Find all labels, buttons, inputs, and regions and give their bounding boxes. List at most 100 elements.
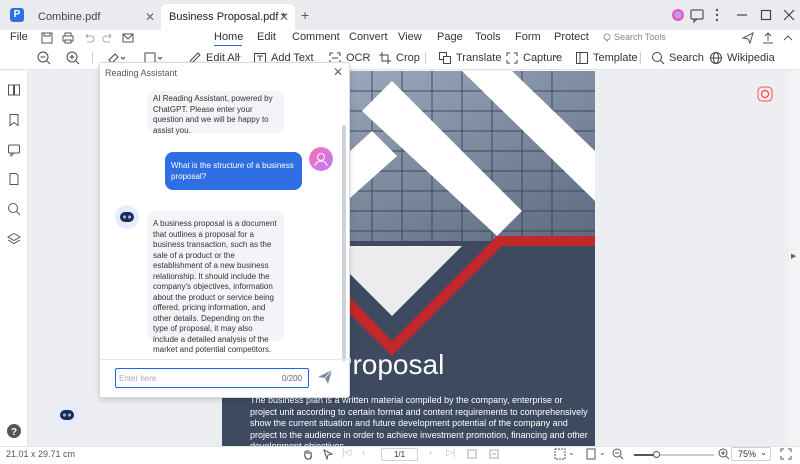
- translate-label: Translate: [456, 52, 502, 64]
- menu-home[interactable]: Home: [214, 31, 243, 43]
- char-counter: 0/200: [281, 374, 302, 383]
- search-icon: [652, 52, 665, 65]
- tab-combine[interactable]: Combine.pdf ✕: [30, 4, 161, 30]
- select-tool-icon[interactable]: [322, 448, 334, 460]
- tab-business-proposal[interactable]: Business Proposal.pdf * ✕: [161, 4, 295, 30]
- close-window-icon[interactable]: [780, 6, 798, 24]
- zoom-out-small-icon[interactable]: [612, 448, 624, 460]
- minimize-icon[interactable]: [733, 6, 751, 24]
- fit-page-icon[interactable]: [466, 448, 478, 460]
- print-icon[interactable]: [61, 31, 75, 45]
- app-logo-icon: P: [10, 8, 24, 22]
- hand-tool-icon[interactable]: [302, 448, 314, 460]
- new-tab-button[interactable]: +: [301, 7, 309, 23]
- attachment-icon[interactable]: [7, 172, 21, 186]
- template-label: Template: [593, 52, 638, 64]
- help-icon[interactable]: ?: [6, 423, 22, 439]
- next-page-icon[interactable]: ›: [429, 447, 432, 457]
- send-icon[interactable]: [741, 31, 755, 45]
- page-indicator: 1/1: [393, 450, 406, 459]
- chevron-down-icon: ⌄: [760, 448, 767, 457]
- user-message: What is the structure of a business prop…: [165, 152, 302, 190]
- intro-text: AI Reading Assistant, powered by ChatGPT…: [153, 94, 273, 135]
- feedback-icon[interactable]: [688, 6, 706, 24]
- chevron-down-icon[interactable]: ⌄: [235, 50, 243, 61]
- menu-form[interactable]: Form: [515, 31, 541, 43]
- prev-page-icon[interactable]: ‹: [362, 447, 365, 457]
- collapse-ribbon-icon[interactable]: [781, 31, 795, 45]
- zoom-slider-track[interactable]: [634, 451, 714, 458]
- menu-tools[interactable]: Tools: [475, 31, 501, 43]
- zoom-in-icon[interactable]: [65, 50, 81, 66]
- tab-label: Business Proposal.pdf *: [169, 11, 286, 23]
- zoom-in-small-icon[interactable]: [718, 448, 730, 460]
- rotate-icon[interactable]: [488, 448, 500, 460]
- menu-view[interactable]: View: [398, 31, 422, 43]
- undo-icon[interactable]: [82, 31, 96, 45]
- zoom-out-icon[interactable]: [36, 50, 52, 66]
- mail-icon[interactable]: [121, 31, 135, 45]
- chat-input-field[interactable]: Enter here 0/200: [115, 368, 309, 388]
- zoom-slider-thumb[interactable]: [653, 451, 660, 458]
- toolbar-divider: [92, 52, 93, 64]
- user-question-text: What is the structure of a business prop…: [171, 161, 294, 181]
- close-tab-icon[interactable]: ✕: [279, 4, 289, 30]
- more-icon[interactable]: [708, 6, 726, 24]
- wikipedia-label: Wikipedia: [727, 52, 775, 64]
- zoom-value: 75%: [738, 449, 757, 459]
- reading-assistant-panel: Reading Assistant ✕ AI Reading Assistant…: [99, 62, 350, 398]
- input-divider: [100, 359, 349, 360]
- fit-width-icon[interactable]: [554, 448, 568, 460]
- left-sidebar: ?: [0, 71, 28, 446]
- menu-protect[interactable]: Protect: [554, 31, 589, 43]
- chat-scrollbar[interactable]: [342, 125, 346, 361]
- menu-comment[interactable]: Comment: [292, 31, 340, 43]
- first-page-icon[interactable]: |◁: [342, 447, 351, 458]
- template-icon: [576, 52, 588, 64]
- assistant-intro-message: AI Reading Assistant, powered by ChatGPT…: [147, 91, 284, 135]
- menu-file[interactable]: File: [10, 31, 28, 43]
- toolbar-divider: [640, 52, 641, 64]
- last-page-icon[interactable]: ▷|: [446, 447, 455, 458]
- document-body-text: The business plan is a written material …: [250, 395, 588, 446]
- ai-assistant-fab-icon[interactable]: [54, 402, 80, 428]
- assistant-title: Reading Assistant: [105, 68, 178, 78]
- search-panel-icon[interactable]: [7, 202, 21, 216]
- user-avatar-icon[interactable]: [669, 6, 687, 24]
- tab-label: Combine.pdf: [38, 11, 101, 23]
- fullscreen-icon[interactable]: [780, 448, 792, 460]
- svg-text:?: ?: [11, 427, 17, 438]
- menu-page[interactable]: Page: [437, 31, 463, 43]
- chevron-down-icon[interactable]: ⌄: [599, 448, 606, 457]
- globe-icon: [710, 52, 722, 64]
- comment-icon[interactable]: [7, 143, 21, 157]
- crop-icon: [379, 52, 391, 64]
- user-avatar-icon: [309, 147, 333, 171]
- layers-icon[interactable]: [7, 232, 21, 246]
- toolbar-divider: [425, 52, 426, 64]
- translate-icon: [439, 52, 451, 64]
- input-placeholder: Enter here: [119, 374, 157, 383]
- maximize-icon[interactable]: [757, 6, 775, 24]
- page-number-input[interactable]: 1/1: [381, 448, 418, 461]
- send-message-icon[interactable]: [316, 368, 334, 386]
- thumbnails-icon[interactable]: [7, 83, 21, 97]
- close-tab-icon[interactable]: ✕: [145, 4, 155, 30]
- save-icon[interactable]: [40, 31, 54, 45]
- page-layout-icon[interactable]: [585, 448, 597, 460]
- expand-right-panel-icon[interactable]: ▶: [791, 252, 796, 260]
- menu-convert[interactable]: Convert: [349, 31, 388, 43]
- bookmark-icon[interactable]: [7, 113, 21, 127]
- menu-edit[interactable]: Edit: [257, 31, 276, 43]
- upload-icon[interactable]: [761, 31, 775, 45]
- redo-icon[interactable]: [101, 31, 115, 45]
- chevron-down-icon[interactable]: ⌄: [568, 448, 575, 457]
- zoom-select[interactable]: 75% ⌄: [731, 447, 771, 461]
- search-tools-input[interactable]: Search Tools: [614, 32, 666, 42]
- chevron-down-icon[interactable]: ⌄: [553, 50, 561, 61]
- crop-label: Crop: [396, 52, 420, 64]
- pdf-badge-icon[interactable]: [757, 86, 773, 102]
- close-icon[interactable]: ✕: [333, 65, 343, 79]
- bulb-icon: [603, 33, 611, 42]
- page-size-readout: 21.01 x 29.71 cm: [6, 449, 76, 459]
